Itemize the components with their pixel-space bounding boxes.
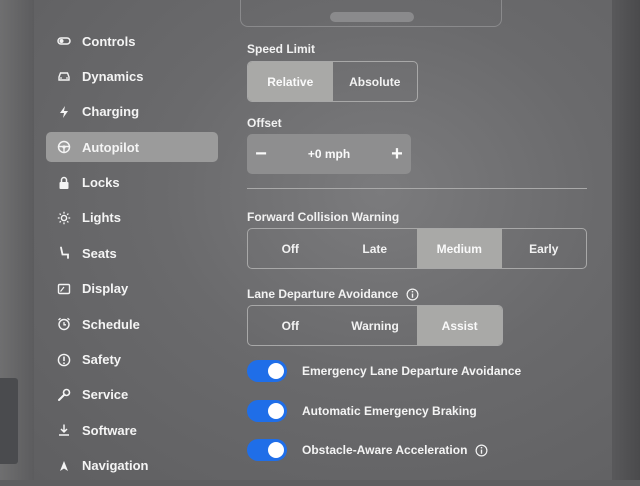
offset-increase-button[interactable]: +: [383, 134, 411, 174]
car-icon: [56, 68, 72, 84]
speed-limit-relative-button[interactable]: Relative: [248, 62, 333, 101]
sidebar-item-seats[interactable]: Seats: [46, 238, 218, 268]
toggle-knob: [268, 442, 284, 458]
drag-handle[interactable]: [330, 12, 414, 22]
sidebar-item-navigation[interactable]: Navigation: [46, 451, 218, 481]
sidebar-item-label: Seats: [82, 245, 117, 261]
sidebar-item-label: Autopilot: [82, 139, 140, 155]
sidebar-item-label: Locks: [82, 175, 120, 191]
sun-icon: [56, 210, 72, 226]
lane-departure-avoidance-segmented-control: Off Warning Assist: [247, 305, 503, 346]
sidebar-item-safety[interactable]: Safety: [46, 345, 218, 375]
toggle-label: Automatic Emergency Braking: [302, 404, 477, 418]
emergency-lane-departure-avoidance-toggle[interactable]: [247, 360, 287, 382]
alert-circle-icon: [56, 352, 72, 368]
bezel-edge: [0, 378, 18, 464]
settings-sidebar: Controls Dynamics Charging Autopilot Loc…: [46, 26, 218, 486]
sidebar-item-dynamics[interactable]: Dynamics: [46, 61, 218, 91]
sidebar-item-label: Lights: [82, 210, 121, 226]
sidebar-item-software[interactable]: Software: [46, 415, 218, 445]
toggle-knob: [268, 403, 284, 419]
sidebar-item-label: Software: [82, 422, 137, 438]
emergency-lane-departure-avoidance-row: Emergency Lane Departure Avoidance: [247, 359, 521, 383]
obstacle-aware-acceleration-row: Obstacle-Aware Acceleration: [247, 438, 488, 462]
offset-label: Offset: [247, 116, 282, 130]
sidebar-item-label: Safety: [82, 352, 122, 368]
sidebar-item-display[interactable]: Display: [46, 274, 218, 304]
wrench-icon: [56, 387, 72, 403]
fcw-late-button[interactable]: Late: [333, 229, 418, 268]
lane-departure-avoidance-label: Lane Departure Avoidance: [247, 287, 399, 301]
offset-stepper: − +0 mph +: [247, 134, 411, 174]
sidebar-item-locks[interactable]: Locks: [46, 168, 218, 198]
toggle-label: Obstacle-Aware Acceleration: [302, 443, 468, 457]
toggle-label: Emergency Lane Departure Avoidance: [302, 364, 522, 378]
sidebar-item-label: Charging: [82, 104, 140, 120]
seat-icon: [56, 245, 72, 261]
lda-assist-button[interactable]: Assist: [417, 306, 502, 345]
fcw-early-button[interactable]: Early: [502, 229, 587, 268]
download-icon: [56, 422, 72, 438]
lda-off-button[interactable]: Off: [248, 306, 333, 345]
toggle-icon: [56, 33, 72, 49]
sidebar-item-service[interactable]: Service: [46, 380, 218, 410]
section-divider: [247, 188, 587, 189]
alarm-clock-icon: [56, 316, 72, 332]
sidebar-item-charging[interactable]: Charging: [46, 97, 218, 127]
offset-value: +0 mph: [307, 147, 351, 161]
offset-decrease-button[interactable]: −: [247, 134, 275, 174]
sidebar-item-label: Controls: [82, 33, 136, 49]
lda-warning-button[interactable]: Warning: [333, 306, 418, 345]
sidebar-item-schedule[interactable]: Schedule: [46, 309, 218, 339]
sidebar-item-label: Schedule: [82, 316, 140, 332]
lock-icon: [56, 175, 72, 191]
screen-bezel-right: [610, 0, 640, 480]
obstacle-aware-acceleration-toggle[interactable]: [247, 439, 287, 461]
sidebar-item-autopilot[interactable]: Autopilot: [46, 132, 218, 163]
speed-limit-absolute-button[interactable]: Absolute: [333, 62, 418, 101]
sidebar-item-label: Service: [82, 387, 129, 403]
sidebar-item-label: Navigation: [82, 458, 149, 474]
fcw-medium-button[interactable]: Medium: [417, 229, 502, 268]
bolt-icon: [56, 104, 72, 120]
automatic-emergency-braking-toggle[interactable]: [247, 400, 287, 422]
fcw-off-button[interactable]: Off: [248, 229, 333, 268]
speed-limit-segmented-control: Relative Absolute: [247, 61, 418, 102]
forward-collision-warning-label: Forward Collision Warning: [247, 210, 400, 224]
forward-collision-warning-segmented-control: Off Late Medium Early: [247, 228, 587, 269]
automatic-emergency-braking-row: Automatic Emergency Braking: [247, 399, 477, 423]
speed-limit-label: Speed Limit: [247, 42, 316, 56]
info-icon[interactable]: [406, 288, 419, 301]
info-icon[interactable]: [475, 444, 488, 457]
lane-departure-avoidance-header: Lane Departure Avoidance: [247, 287, 419, 301]
navigation-arrow-icon: [56, 458, 72, 474]
sidebar-item-controls[interactable]: Controls: [46, 26, 218, 56]
sidebar-item-lights[interactable]: Lights: [46, 203, 218, 233]
toggle-knob: [268, 363, 284, 379]
sidebar-item-label: Dynamics: [82, 68, 144, 84]
display-icon: [56, 281, 72, 297]
steering-wheel-icon: [56, 139, 72, 155]
sidebar-item-label: Display: [82, 281, 129, 297]
